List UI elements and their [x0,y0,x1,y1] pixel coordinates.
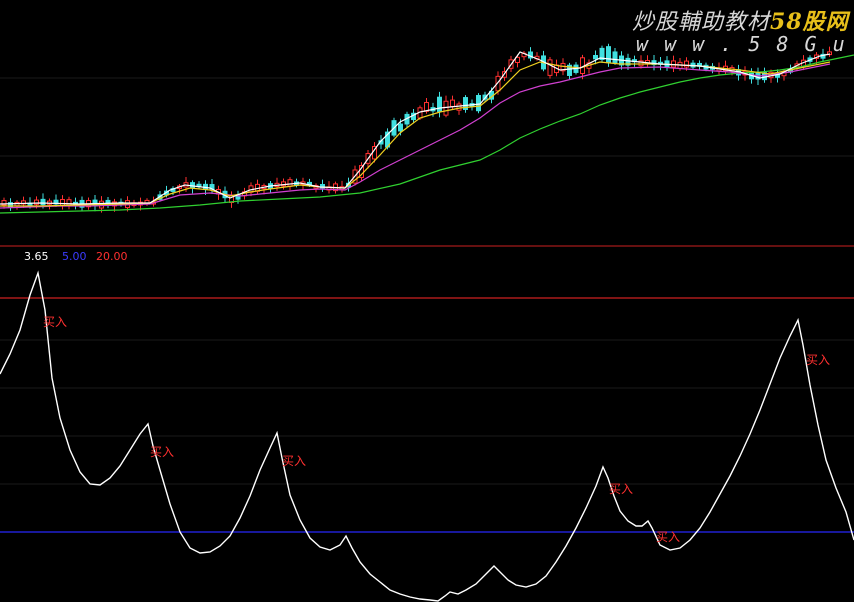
candle-body [593,54,598,60]
candle-body [606,46,611,64]
candle-body [547,59,553,76]
price-and-indicator-chart [0,43,854,602]
buy-signal: 买入 [806,353,831,367]
candle-body [443,100,449,116]
ma-long2-line [0,54,854,214]
watermark-url: w w w . 5 8 G u . c o m [636,32,854,56]
indicator-second-value: 5.00 [62,250,87,263]
candle-body [66,199,72,206]
ma-long1-line [0,63,831,209]
buy-signal: 买入 [150,445,175,459]
buy-signal: 买入 [656,530,681,544]
candle-body [398,123,403,132]
candle-body [450,99,455,107]
candlesticks [1,43,832,213]
indicator-line [0,270,854,602]
buy-signal: 买入 [43,315,68,329]
candle-body [456,103,462,111]
candle-body [437,96,442,112]
indicator-value: 3.65 [24,250,49,263]
candle-body [612,51,618,64]
ma-short-line [0,51,831,205]
candle-body [671,60,676,68]
candle-body [684,60,689,68]
ma-mid-line [0,61,831,207]
candle-body [40,198,46,206]
candle-body [476,95,481,112]
indicator-name: 扬 [0,252,11,265]
indicator-threshold: 20.00 [96,250,128,263]
candle-body [287,179,293,187]
chart-window: 炒股輔助教材58股网 w w w . 5 8 G u . c o m 扬 3.6… [0,0,854,602]
buy-signal: 买入 [609,482,634,496]
buy-signal: 买入 [282,454,307,468]
grid [0,77,854,485]
